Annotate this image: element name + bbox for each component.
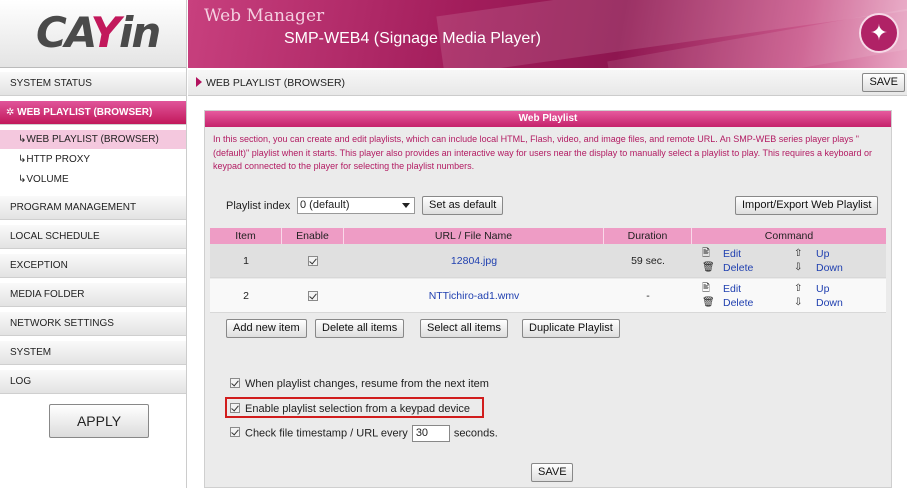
row-file-link[interactable]: 12804.jpg [344, 244, 604, 278]
table-row: 1 12804.jpg 59 sec. 🖹 Edit 🗑 Delete ⇧ Up… [210, 244, 886, 278]
app-subtitle: SMP-WEB4 (Signage Media Player) [284, 30, 541, 47]
edit-icon[interactable]: 🖹 [702, 249, 710, 259]
delete-link[interactable]: Delete [723, 262, 753, 274]
sidebar-item-exception[interactable]: EXCEPTION [0, 254, 186, 278]
save-top-button[interactable]: SAVE [862, 73, 905, 92]
header: CAYin Web Manager SMP-WEB4 (Signage Medi… [0, 0, 907, 68]
th-enable: Enable [282, 228, 344, 244]
sidebar-item-media-folder[interactable]: MEDIA FOLDER [0, 283, 186, 307]
sidebar-subitem-volume[interactable]: ↳VOLUME [0, 170, 186, 189]
select-all-items-button[interactable]: Select all items [420, 319, 508, 338]
duplicate-playlist-button[interactable]: Duplicate Playlist [522, 319, 620, 338]
down-link[interactable]: Down [816, 297, 843, 309]
chevron-down-icon [402, 203, 410, 208]
sidebar-subitem-label: VOLUME [26, 174, 69, 185]
logo-text: CAYin [36, 8, 161, 57]
th-url: URL / File Name [344, 228, 604, 244]
up-link[interactable]: Up [816, 248, 829, 260]
playlist-index-value: 0 (default) [300, 199, 350, 211]
playlist-index-label: Playlist index [226, 200, 291, 212]
edit-link[interactable]: Edit [723, 248, 741, 260]
row-duration: 59 sec. [631, 255, 665, 267]
row-enable[interactable] [282, 279, 344, 313]
app-name: Web Manager [204, 6, 325, 26]
row-file-link[interactable]: NTTichiro-ad1.wmv [344, 279, 604, 313]
sidebar-item-label: WEB PLAYLIST (BROWSER) [17, 107, 153, 118]
arrow-down-icon[interactable]: ⇩ [794, 298, 802, 308]
resume-label: When playlist changes, resume from the n… [245, 378, 489, 390]
up-link[interactable]: Up [816, 283, 829, 295]
breadcrumb-arrow-icon [196, 77, 202, 87]
magic-wand-icon[interactable]: ✦ [859, 13, 899, 53]
arrow-up-icon[interactable]: ⇧ [794, 249, 802, 259]
add-new-item-button[interactable]: Add new item [226, 319, 307, 338]
timestamp-option[interactable]: Check file timestamp / URL every 30 second… [230, 425, 498, 442]
resume-option[interactable]: When playlist changes, resume from the n… [230, 376, 489, 392]
save-bottom-button[interactable]: SAVE [531, 463, 573, 482]
import-export-button[interactable]: Import/Export Web Playlist [735, 196, 879, 215]
sidebar: SYSTEM STATUS ✲ WEB PLAYLIST (BROWSER) ↳… [0, 68, 187, 488]
timestamp-label: Check file timestamp / URL every [245, 427, 408, 440]
sidebar-subitem-web-playlist[interactable]: ↳WEB PLAYLIST (BROWSER) [0, 130, 186, 149]
trash-icon[interactable]: 🗑 [702, 263, 715, 273]
trash-icon[interactable]: 🗑 [702, 298, 715, 308]
sidebar-item-network-settings[interactable]: NETWORK SETTINGS [0, 312, 186, 336]
row-duration: - [646, 290, 650, 302]
set-default-button[interactable]: Set as default [422, 196, 504, 215]
row-enable[interactable] [282, 244, 344, 278]
sidebar-item-local-schedule[interactable]: LOCAL SCHEDULE [0, 225, 186, 249]
apply-button[interactable]: APPLY [49, 404, 149, 438]
sidebar-item-program-management[interactable]: PROGRAM MANAGEMENT [0, 196, 186, 220]
panel-title: Web Playlist [205, 111, 891, 127]
row-item: 2 [243, 290, 249, 302]
resume-checkbox[interactable] [230, 378, 240, 388]
active-star-icon: ✲ [6, 107, 18, 118]
playlist-index-select[interactable]: 0 (default) [297, 197, 415, 214]
sidebar-subitem-http-proxy[interactable]: ↳HTTP PROXY [0, 150, 186, 169]
logo-part: in [118, 8, 161, 57]
breadcrumb: WEB PLAYLIST (BROWSER) SAVE [188, 70, 907, 96]
th-item: Item [210, 228, 282, 244]
breadcrumb-text: WEB PLAYLIST (BROWSER) [206, 77, 346, 89]
main-content: WEB PLAYLIST (BROWSER) SAVE Web Playlist… [188, 68, 907, 488]
sidebar-item-web-playlist[interactable]: ✲ WEB PLAYLIST (BROWSER) [0, 101, 186, 125]
sidebar-item-system[interactable]: SYSTEM [0, 341, 186, 365]
edit-icon[interactable]: 🖹 [702, 284, 710, 294]
arrow-up-icon[interactable]: ⇧ [794, 284, 802, 294]
delete-all-items-button[interactable]: Delete all items [315, 319, 405, 338]
logo: CAYin [0, 0, 187, 68]
edit-link[interactable]: Edit [723, 283, 741, 295]
th-duration: Duration [604, 228, 692, 244]
enable-checkbox[interactable] [308, 291, 318, 302]
header-banner: Web Manager SMP-WEB4 (Signage Media Play… [188, 0, 907, 68]
row-item: 1 [243, 255, 249, 267]
logo-part: CA [36, 8, 92, 57]
enable-checkbox[interactable] [308, 256, 318, 267]
down-link[interactable]: Down [816, 262, 843, 274]
logo-accent: Y [90, 8, 121, 57]
sidebar-subitem-label: WEB PLAYLIST (BROWSER) [26, 134, 159, 145]
description-text: In this section, you can create and edit… [213, 134, 873, 171]
timestamp-checkbox[interactable] [230, 427, 240, 438]
table-row: 2 NTTichiro-ad1.wmv - 🖹 Edit 🗑 Delete ⇧ … [210, 279, 886, 313]
th-command: Command [692, 228, 886, 244]
arrow-down-icon[interactable]: ⇩ [794, 263, 802, 273]
delete-link[interactable]: Delete [723, 297, 753, 309]
sidebar-item-system-status[interactable]: SYSTEM STATUS [0, 72, 186, 96]
sidebar-item-log[interactable]: LOG [0, 370, 186, 394]
highlight-box [225, 397, 484, 418]
timestamp-unit: seconds. [453, 427, 498, 440]
timestamp-input[interactable]: 30 [411, 425, 450, 442]
sidebar-subitem-label: HTTP PROXY [26, 154, 91, 165]
